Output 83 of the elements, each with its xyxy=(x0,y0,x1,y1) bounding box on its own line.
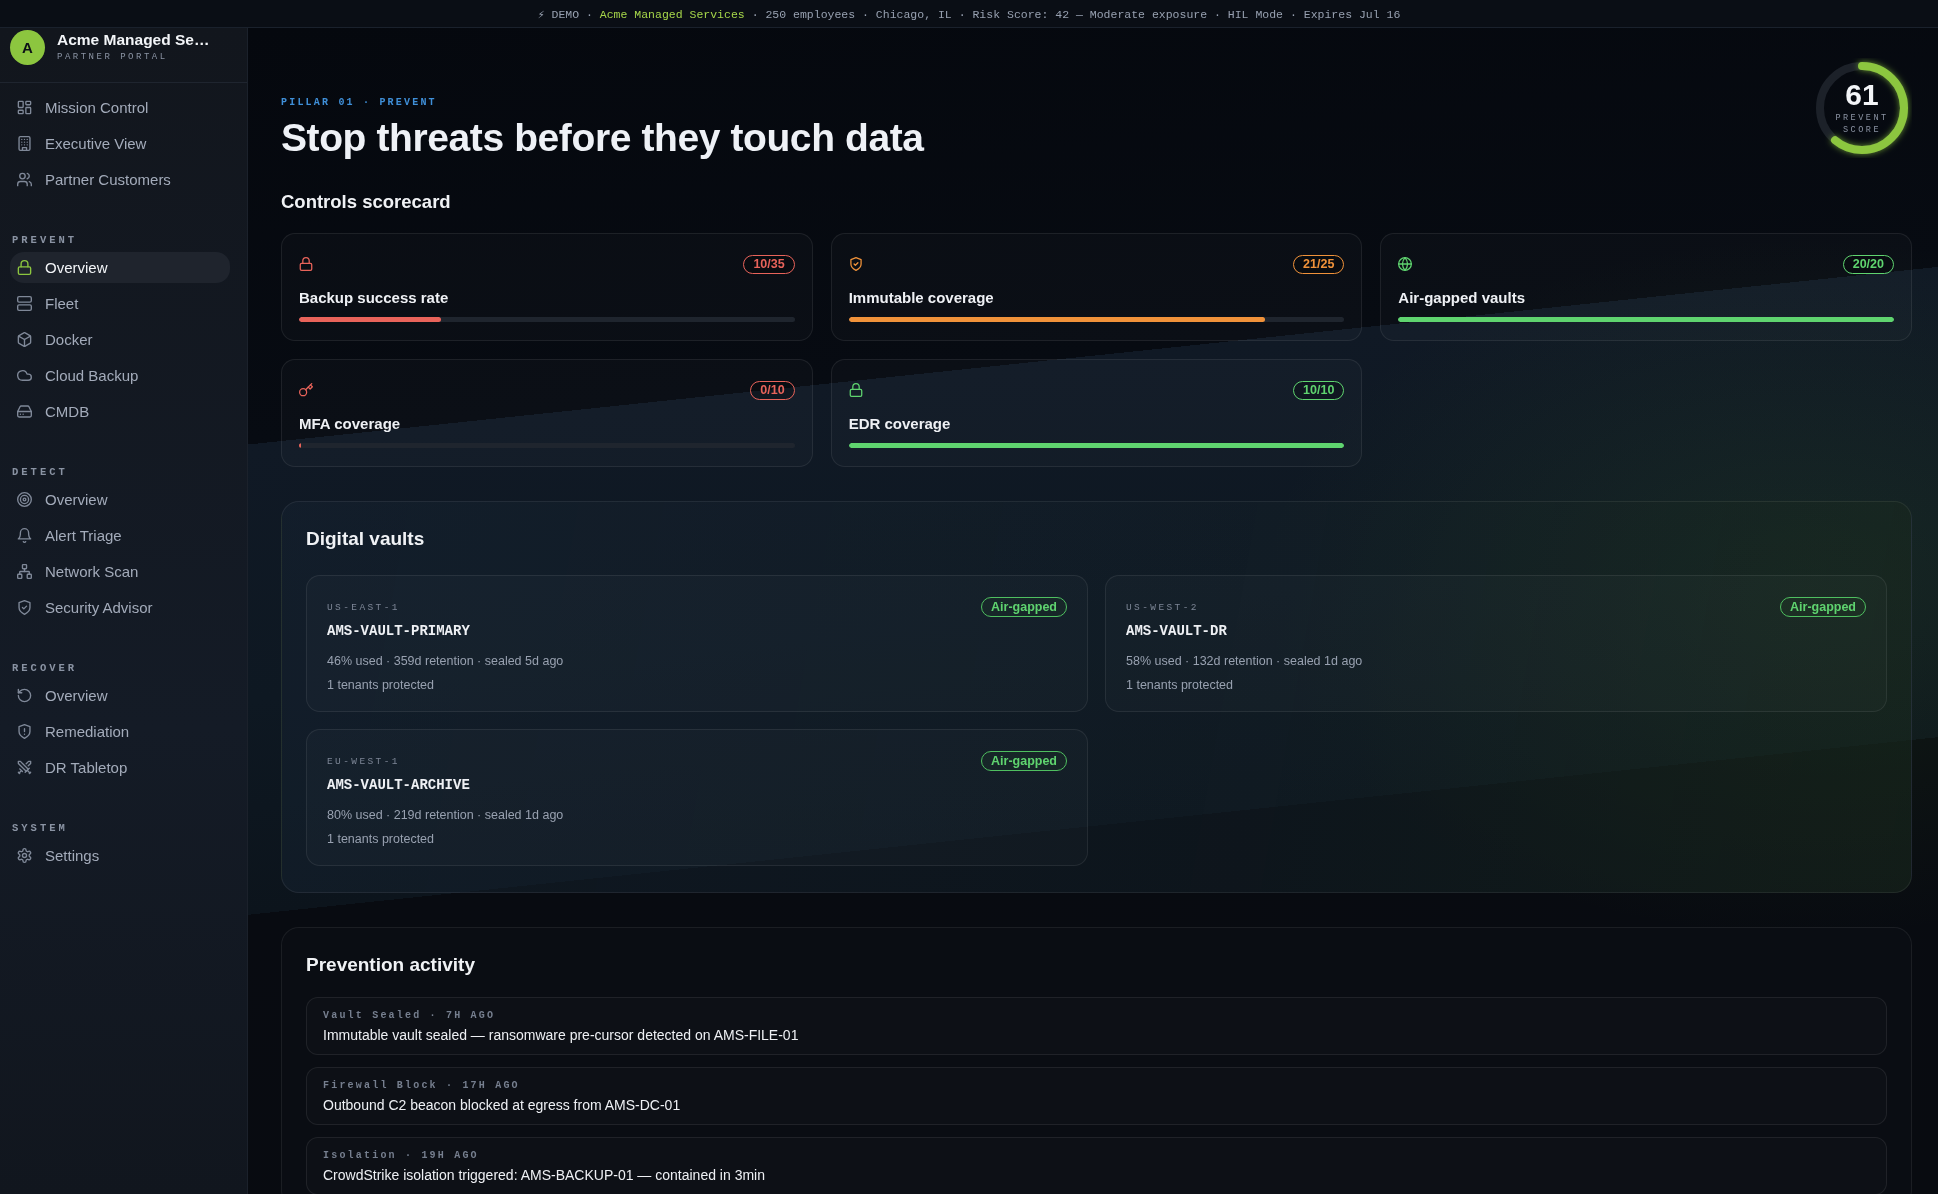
vault-region: EU-WEST-1 xyxy=(327,755,400,767)
activity-text: Outbound C2 beacon blocked at egress from AMS-DC-01 xyxy=(323,1096,682,1114)
count-badge: 10/35 xyxy=(743,254,795,274)
brand-subtitle: PARTNER PORTAL xyxy=(57,52,169,63)
page-eyebrow: PILLAR 01 · PREVENT xyxy=(281,97,438,109)
brand-avatar: A xyxy=(10,30,45,65)
circular-arrow-icon xyxy=(17,688,32,703)
shield-check-icon xyxy=(848,257,863,271)
cloud-icon xyxy=(17,368,32,383)
crossed-swords-icon xyxy=(17,760,32,775)
nav-item[interactable]: Overview xyxy=(10,680,230,711)
nav-section-title: RECOVER xyxy=(12,662,79,674)
activity-text: CrowdStrike isolation triggered: AMS-BACKUP-01 — contained in 3min xyxy=(323,1166,766,1184)
score-label: PREVENT SCORE xyxy=(1834,112,1890,136)
count-badge: 10/10 xyxy=(1293,380,1345,400)
panel-heading: Digital vaults xyxy=(306,528,426,550)
nav-item[interactable]: Alert Triage xyxy=(10,520,230,551)
nav-section-title: DETECT xyxy=(12,466,69,478)
page-title: Stop threats before they touch data xyxy=(281,117,924,159)
globe-icon xyxy=(1398,257,1413,271)
server-icon xyxy=(17,296,32,311)
vault-details: 46% used · 359d retention · sealed 5d ago xyxy=(327,653,565,669)
panel-heading: Prevention activity xyxy=(306,954,476,976)
control-name: EDR coverage xyxy=(848,415,952,433)
status-badge: Air-gapped xyxy=(981,751,1067,771)
lock-icon xyxy=(299,257,313,271)
activity-text: Immutable vault sealed — ransomware pre-cursor detected on AMS-FILE-01 xyxy=(323,1026,800,1044)
control-name: Air-gapped vaults xyxy=(1398,289,1526,307)
vault-tenants: 1 tenants protected xyxy=(327,831,436,847)
demo-banner-text: ⚡ DEMO · Acme Managed Services · 250 employees · Chicago, IL · Risk Score: 42 — Moderate exposure · HIL Mode · Expires Jul 16 xyxy=(537,6,1401,21)
key-icon xyxy=(299,383,313,397)
nav-item[interactable]: Docker xyxy=(10,324,230,355)
nav-item[interactable]: Mission Control xyxy=(10,92,230,123)
lock-icon xyxy=(848,383,863,397)
bell-icon xyxy=(17,528,32,543)
nav-section-title: PREVENT xyxy=(12,234,79,246)
vault-region: US-EAST-1 xyxy=(327,601,400,613)
section-heading: Controls scorecard xyxy=(281,191,452,213)
count-badge: 21/25 xyxy=(1293,254,1345,274)
vault-tenants: 1 tenants protected xyxy=(327,677,436,693)
nav-item[interactable]: Partner Customers xyxy=(10,164,230,195)
nav-item[interactable]: Settings xyxy=(10,840,230,871)
vault-name: AMS-VAULT-DR xyxy=(1126,622,1228,640)
nav-item[interactable]: Overview xyxy=(10,484,230,515)
activity-meta: Firewall Block · 17H AGO xyxy=(323,1080,521,1092)
nav-item[interactable]: CMDB xyxy=(10,396,230,427)
nav-item[interactable]: Cloud Backup xyxy=(10,360,230,391)
vault-tenants: 1 tenants protected xyxy=(1126,677,1235,693)
nav-section-title: SYSTEM xyxy=(12,822,69,834)
target-icon xyxy=(17,492,32,507)
network-icon xyxy=(17,564,32,579)
drive-icon xyxy=(17,404,32,419)
nav-item[interactable]: DR Tabletop xyxy=(10,752,230,783)
vault-details: 80% used · 219d retention · sealed 1d ago xyxy=(327,807,565,823)
nav-item[interactable]: Network Scan xyxy=(10,556,230,587)
vault-name: AMS-VAULT-ARCHIVE xyxy=(327,776,471,794)
vault-name: AMS-VAULT-PRIMARY xyxy=(327,622,471,640)
brand-name: Acme Managed Se… xyxy=(57,31,210,49)
control-name: Immutable coverage xyxy=(848,289,995,307)
status-badge: Air-gapped xyxy=(981,597,1067,617)
grid-icon xyxy=(17,100,32,115)
control-name: MFA coverage xyxy=(299,415,402,433)
vault-region: US-WEST-2 xyxy=(1126,601,1199,613)
vault-details: 58% used · 132d retention · sealed 1d ago xyxy=(1126,653,1364,669)
users-icon xyxy=(17,172,32,187)
shield-check-icon xyxy=(17,600,32,615)
activity-meta: Vault Sealed · 7H AGO xyxy=(323,1010,497,1022)
nav-item[interactable]: Executive View xyxy=(10,128,230,159)
nav-item[interactable]: Security Advisor xyxy=(10,592,230,623)
count-badge: 0/10 xyxy=(750,380,795,400)
count-badge: 20/20 xyxy=(1842,254,1894,274)
settings-icon xyxy=(17,848,32,863)
nav-item[interactable]: Overview xyxy=(10,252,230,283)
cube-icon xyxy=(17,332,32,347)
score-value: 61 xyxy=(1845,80,1879,110)
building-icon xyxy=(17,136,32,151)
nav-item[interactable]: Remediation xyxy=(10,716,230,747)
nav-item[interactable]: Fleet xyxy=(10,288,230,319)
control-name: Backup success rate xyxy=(299,289,450,307)
status-badge: Air-gapped xyxy=(1780,597,1866,617)
activity-meta: Isolation · 19H AGO xyxy=(323,1150,480,1162)
shield-exclamation-icon xyxy=(17,724,32,739)
lock-icon xyxy=(17,260,32,275)
